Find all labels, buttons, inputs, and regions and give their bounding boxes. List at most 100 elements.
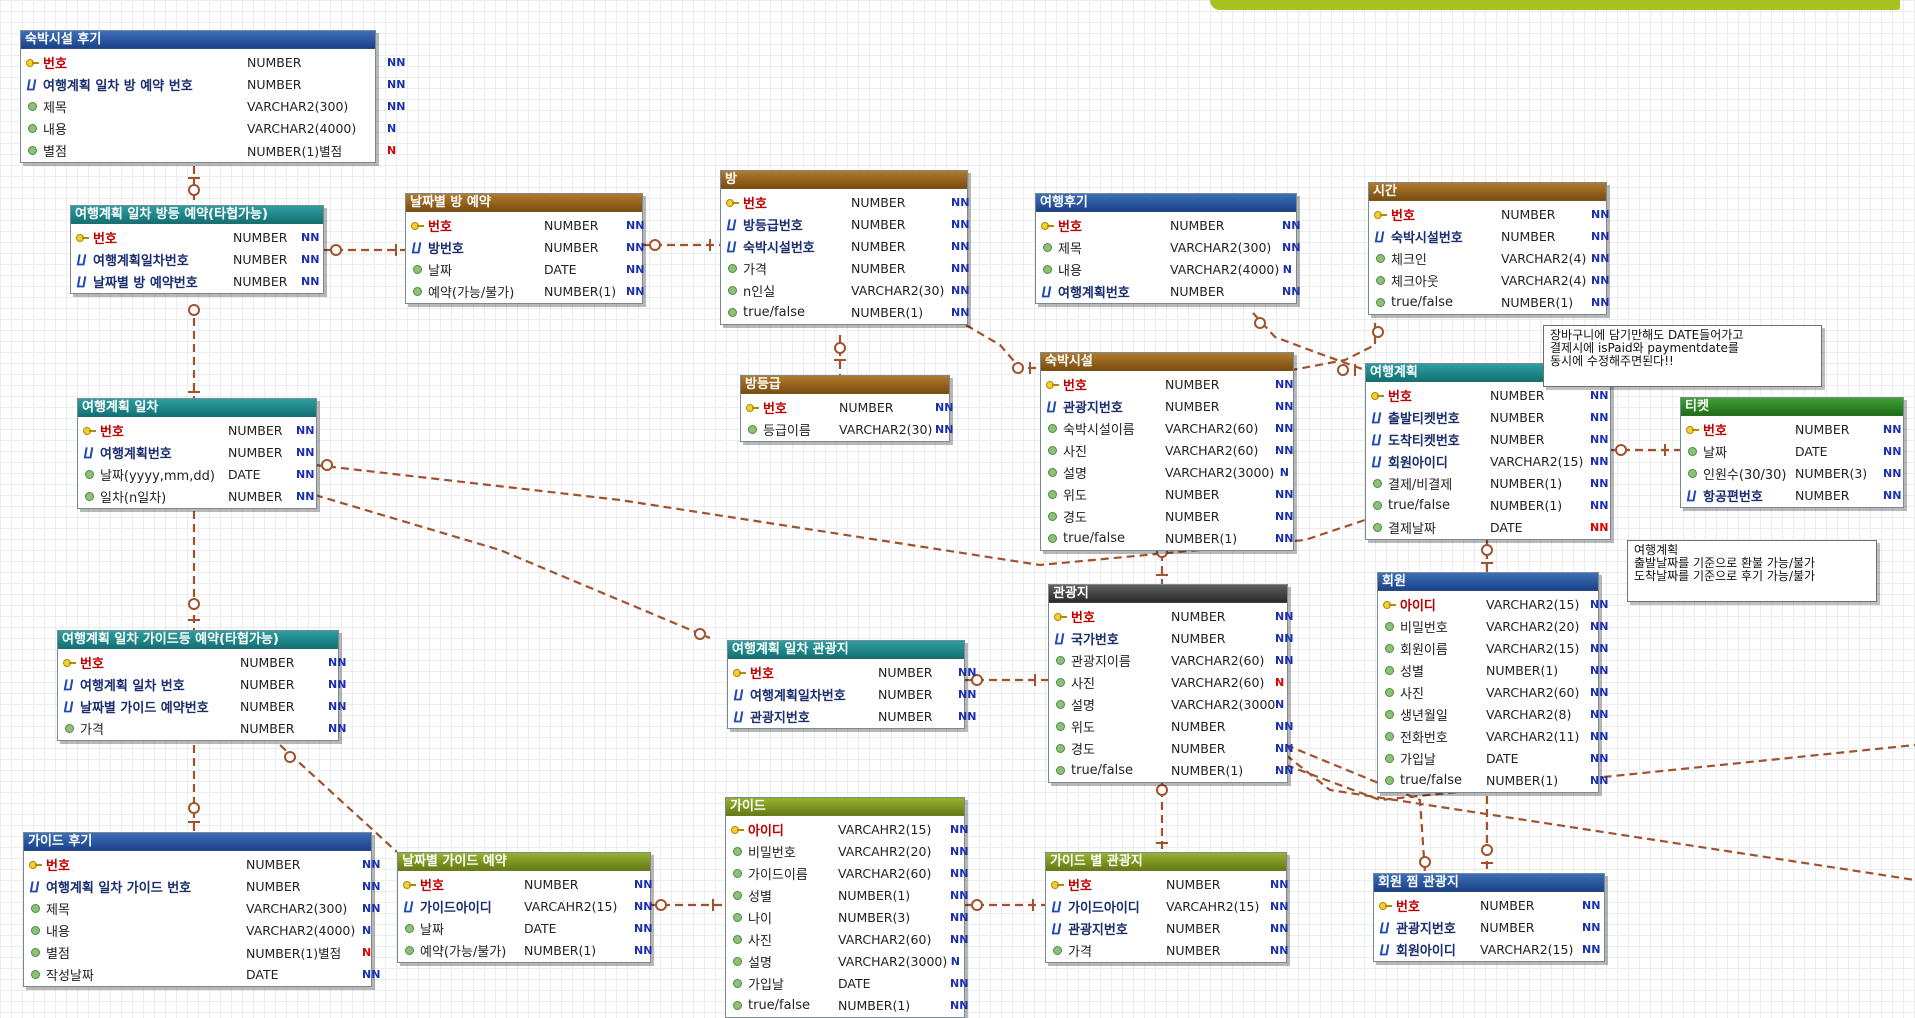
entity-title[interactable]: 가이드: [726, 798, 964, 816]
column-row[interactable]: 경도 NUMBER NN: [1041, 505, 1293, 527]
column-row[interactable]: 별점 NUMBER(1)별점 N: [24, 941, 371, 963]
column-row[interactable]: true/false NUMBER(1) NN: [721, 301, 969, 323]
entity-title[interactable]: 여행계획 일차: [78, 399, 316, 417]
column-row[interactable]: true/false NUMBER(1) NN: [1369, 291, 1609, 313]
erd-canvas[interactable]: 숙박시설 후기 번호 NUMBER NN ∐ 여행계획 일차 방 예약 번호 NUMBER N…: [0, 0, 1915, 1018]
column-row[interactable]: 번호 NUMBER NN: [406, 214, 644, 236]
column-row[interactable]: 내용 VARCHAR2(4000) N: [21, 117, 396, 139]
column-row[interactable]: 번호 NUMBER NN: [71, 226, 323, 248]
column-row[interactable]: 번호 NUMBER NN: [1374, 894, 1604, 916]
column-row[interactable]: 일차(n일차) NUMBER NN: [78, 485, 316, 507]
column-row[interactable]: ∐ 여행계획번호 NUMBER NN: [78, 441, 316, 463]
column-row[interactable]: ∐ 국가번호 NUMBER NN: [1049, 627, 1293, 649]
column-row[interactable]: 위도 NUMBER NN: [1049, 715, 1293, 737]
entity-title[interactable]: 여행계획 일차 관광지: [728, 641, 964, 659]
entity-title[interactable]: 숙박시설: [1041, 353, 1293, 371]
entity-title[interactable]: 날짜별 방 예약: [406, 194, 642, 212]
column-row[interactable]: ∐ 날짜별 방 예약번호 NUMBER NN: [71, 270, 323, 292]
column-row[interactable]: true/false NUMBER(1) NN: [1366, 494, 1610, 516]
column-row[interactable]: 설명 VARCHAR2(3000) N: [1041, 461, 1293, 483]
entity-plan-day-guide-booking[interactable]: 여행계획 일차 가이드등 예약(타협가능) 번호 NUMBER NN ∐ 여행계획 일차 …: [57, 630, 346, 741]
column-row[interactable]: ∐ 관광지번호 NUMBER NN: [1041, 395, 1293, 417]
column-row[interactable]: 사진 VARCHAR2(60) NN: [1041, 439, 1293, 461]
column-row[interactable]: ∐ 항공편번호 NUMBER NN: [1681, 484, 1903, 506]
column-row[interactable]: 번호 NUMBER NN: [728, 661, 976, 683]
column-row[interactable]: 내용 VARCHAR2(4000) N: [24, 919, 371, 941]
column-row[interactable]: ∐ 가이드아이디 VARCAHR2(15) NN: [398, 895, 652, 917]
column-row[interactable]: 예약(가능/불가) NUMBER(1) NN: [398, 939, 652, 961]
entity-tourist-spot[interactable]: 관광지번호 NUMBER NN ∐ 국가번호 NUMBER NN 관광지이름 VARCHAR2(…: [1048, 584, 1293, 783]
column-row[interactable]: 아이디 VARCHAR2(15) NN: [1378, 593, 1608, 615]
entity-title[interactable]: 숙박시설 후기: [21, 31, 375, 49]
entity-title[interactable]: 회원 찜 관광지: [1374, 874, 1604, 892]
column-row[interactable]: 번호 NUMBER NN: [1369, 203, 1609, 225]
column-row[interactable]: ∐ 여행계획 일차 가이드 번호 NUMBER NN: [24, 875, 380, 897]
column-row[interactable]: true/false NUMBER(1) NN: [1041, 527, 1293, 549]
entity-title[interactable]: 방등급: [741, 376, 949, 394]
column-row[interactable]: ∐ 여행계획번호 NUMBER NN: [1036, 280, 1300, 302]
column-row[interactable]: 번호 NUMBER NN: [24, 853, 380, 875]
column-row[interactable]: 결제날짜 DATE NN: [1366, 516, 1610, 538]
column-row[interactable]: 제목 VARCHAR2(300) NN: [21, 95, 405, 117]
entity-travel-review[interactable]: 여행후기 번호 NUMBER NN 제목 VARCHAR2(300) NN 내용 VARCHAR…: [1035, 193, 1300, 304]
entity-time[interactable]: 시간번호 NUMBER NN ∐ 숙박시설번호 NUMBER NN 체크인 VARCHAR2(4…: [1368, 182, 1609, 315]
column-row[interactable]: 번호 NUMBER NN: [21, 51, 405, 73]
column-row[interactable]: ∐ 관광지번호 NUMBER NN: [1374, 916, 1604, 938]
column-row[interactable]: 비밀번호 VARCAHR2(20) NN: [726, 840, 968, 862]
entity-title[interactable]: 방: [721, 171, 967, 189]
column-row[interactable]: ∐ 방등급번호 NUMBER NN: [721, 213, 969, 235]
entity-accommodation-review[interactable]: 숙박시설 후기 번호 NUMBER NN ∐ 여행계획 일차 방 예약 번호 NUMBER N…: [20, 30, 405, 163]
column-row[interactable]: 번호 NUMBER NN: [1366, 384, 1610, 406]
column-row[interactable]: ∐ 숙박시설번호 NUMBER NN: [721, 235, 969, 257]
column-row[interactable]: 비밀번호 VARCHAR2(20) NN: [1378, 615, 1608, 637]
entity-guide[interactable]: 가이드 아이디 VARCAHR2(15) NN 비밀번호 VARCAHR2(20) NN 가이…: [725, 797, 968, 1018]
column-row[interactable]: 번호 NUMBER NN: [721, 191, 969, 213]
column-row[interactable]: 관광지이름 VARCHAR2(60) NN: [1049, 649, 1293, 671]
column-row[interactable]: 아이디 VARCAHR2(15) NN: [726, 818, 968, 840]
column-row[interactable]: ∐ 출발티켓번호 NUMBER NN: [1366, 406, 1610, 428]
column-row[interactable]: 별점 NUMBER(1)별점 N: [21, 139, 396, 161]
column-row[interactable]: 위도 NUMBER NN: [1041, 483, 1293, 505]
entity-plan-day-tourist-spot[interactable]: 여행계획 일차 관광지번호 NUMBER NN ∐ 여행계획일차번호 NUMBER NN ∐ 관…: [727, 640, 976, 729]
column-row[interactable]: 숙박시설이름 VARCHAR2(60) NN: [1041, 417, 1293, 439]
column-row[interactable]: 번호 NUMBER NN: [741, 396, 953, 418]
column-row[interactable]: ∐ 여행계획일차번호 NUMBER NN: [728, 683, 976, 705]
entity-title[interactable]: 가이드 후기: [24, 833, 371, 851]
entity-title[interactable]: 가이드 별 관광지: [1046, 853, 1286, 871]
column-row[interactable]: 번호 NUMBER NN: [1036, 214, 1300, 236]
column-row[interactable]: ∐ 도착티켓번호 NUMBER NN: [1366, 428, 1610, 450]
column-row[interactable]: 전화번호 VARCHAR2(11) NN: [1378, 725, 1608, 747]
column-row[interactable]: 번호 NUMBER NN: [1049, 605, 1293, 627]
column-row[interactable]: 가격 NUMBER NN: [58, 717, 346, 739]
entity-room-booking-by-date[interactable]: 날짜별 방 예약번호 NUMBER NN ∐ 방번호 NUMBER NN 날짜 DATE NN 예약…: [405, 193, 644, 304]
column-row[interactable]: 예약(가능/불가) NUMBER(1) NN: [406, 280, 644, 302]
column-row[interactable]: 설명 VARCHAR2(3000) N: [726, 950, 964, 972]
column-row[interactable]: true/false NUMBER(1) NN: [1378, 769, 1608, 791]
column-row[interactable]: ∐ 가이드아이디 VARCAHR2(15) NN: [1046, 895, 1288, 917]
column-row[interactable]: 체크인 VARCHAR2(4) NN: [1369, 247, 1609, 269]
entity-title[interactable]: 회원: [1378, 573, 1598, 591]
column-row[interactable]: 번호 NUMBER NN: [78, 419, 316, 441]
column-row[interactable]: 날짜 DATE NN: [1681, 440, 1903, 462]
column-row[interactable]: ∐ 관광지번호 NUMBER NN: [728, 705, 976, 727]
column-row[interactable]: 날짜 DATE NN: [406, 258, 644, 280]
entity-title[interactable]: 여행계획 일차 방등 예약(타협가능): [71, 206, 323, 224]
column-row[interactable]: ∐ 방번호 NUMBER NN: [406, 236, 644, 258]
column-row[interactable]: 체크아웃 VARCHAR2(4) NN: [1369, 269, 1609, 291]
column-row[interactable]: 번호 NUMBER NN: [1046, 873, 1288, 895]
column-row[interactable]: 제목 VARCHAR2(300) NN: [1036, 236, 1300, 258]
column-row[interactable]: 등급이름 VARCHAR2(30) NN: [741, 418, 953, 440]
column-row[interactable]: 번호 NUMBER NN: [1681, 418, 1903, 440]
entity-plan-day-room-booking[interactable]: 여행계획 일차 방등 예약(타협가능) 번호 NUMBER NN ∐ 여행계획일차번호 NU…: [70, 205, 324, 294]
entity-title[interactable]: 날짜별 가이드 예약: [398, 853, 650, 871]
entity-title[interactable]: 관광지: [1049, 585, 1287, 603]
column-row[interactable]: ∐ 숙박시설번호 NUMBER NN: [1369, 225, 1609, 247]
column-row[interactable]: ∐ 회원아이디 VARCHAR2(15) NN: [1374, 938, 1604, 960]
entity-travel-plan-day[interactable]: 여행계획 일차 번호 NUMBER NN ∐ 여행계획번호 NUMBER NN 날짜(yyyy,…: [77, 398, 317, 509]
column-row[interactable]: ∐ 회원아이디 VARCHAR2(15) NN: [1366, 450, 1610, 472]
entity-title[interactable]: 여행후기: [1036, 194, 1296, 212]
column-row[interactable]: true/false NUMBER(1) NN: [726, 994, 968, 1016]
column-row[interactable]: 사진 VARCHAR2(60) NN: [1378, 681, 1608, 703]
entity-guide-booking-by-date[interactable]: 날짜별 가이드 예약 번호 NUMBER NN ∐ 가이드아이디 VARCAHR2(15) N…: [397, 852, 652, 963]
entity-title[interactable]: 시간: [1369, 183, 1606, 201]
